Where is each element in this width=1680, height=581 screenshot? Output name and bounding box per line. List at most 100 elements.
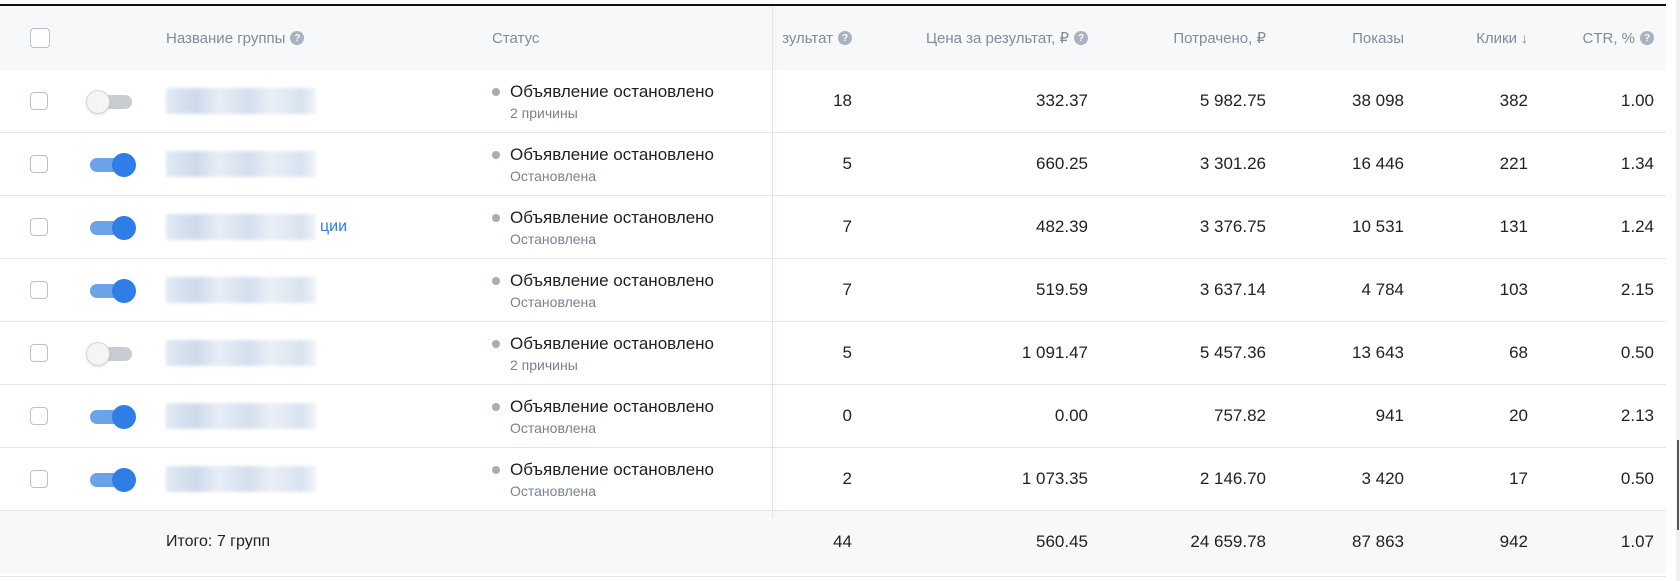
ad-groups-table: Название группы ? Статус зультат ? Цена … xyxy=(0,4,1666,577)
spent-cell: 2 146.70 xyxy=(1199,469,1266,488)
shows-cell: 10 531 xyxy=(1352,217,1404,236)
status-toggle[interactable] xyxy=(86,467,136,492)
spent-cell: 5 457.36 xyxy=(1199,343,1266,362)
row-checkbox[interactable] xyxy=(30,92,48,110)
group-name-suffix[interactable]: ции xyxy=(320,218,347,236)
shows-cell: 3 420 xyxy=(1361,469,1404,488)
row-checkbox[interactable] xyxy=(30,218,48,236)
row-toggle-cell xyxy=(86,70,142,132)
status-subtext: Остановлена xyxy=(510,482,597,499)
table-row[interactable]: Объявление остановлено 2 причины 18 332.37 5… xyxy=(0,70,1666,133)
table-row[interactable]: Объявление остановлено Остановлена 7 519.59… xyxy=(0,259,1666,322)
column-header-status[interactable]: Статус xyxy=(492,6,772,70)
ctr-cell: 0.50 xyxy=(1620,343,1654,362)
group-name-blurred xyxy=(166,151,316,177)
result-cell: 5 xyxy=(842,154,852,173)
column-header-shows[interactable]: Показы xyxy=(1280,6,1404,70)
group-name-blurred xyxy=(166,88,316,114)
total-price: 560.45 xyxy=(1036,532,1088,551)
help-icon[interactable]: ? xyxy=(290,31,305,45)
row-select-cell xyxy=(30,322,54,384)
column-header-ctr[interactable]: CTR, % ? xyxy=(1540,6,1654,70)
row-checkbox[interactable] xyxy=(30,281,48,299)
shows-cell: 941 xyxy=(1375,406,1404,425)
toggle-knob xyxy=(86,342,110,366)
group-name-blurred xyxy=(166,214,316,240)
status-cell: Объявление остановлено Остановлена xyxy=(492,133,772,195)
toggle-knob xyxy=(112,405,136,429)
row-select-cell xyxy=(30,70,54,132)
ctr-cell: 0.50 xyxy=(1620,469,1654,488)
group-name-cell[interactable] xyxy=(166,385,486,447)
spent-cell: 3 376.75 xyxy=(1199,217,1266,236)
status-text: Объявление остановлено xyxy=(510,333,715,353)
scrollbar-thumb[interactable] xyxy=(1677,440,1679,530)
status-cell: Объявление остановлено Остановлена xyxy=(492,196,772,258)
column-header-result[interactable]: зультат ? xyxy=(740,6,852,70)
spent-cell: 757.82 xyxy=(1214,406,1266,425)
group-name-cell[interactable] xyxy=(166,322,486,384)
help-icon[interactable]: ? xyxy=(1640,31,1654,45)
status-dot-icon xyxy=(492,465,500,474)
group-name-blurred xyxy=(166,340,316,366)
status-subtext: 2 причины xyxy=(510,356,578,373)
column-header-name-label: Название группы xyxy=(166,29,286,47)
status-subtext: Остановлена xyxy=(510,419,597,436)
group-name-cell[interactable] xyxy=(166,259,486,321)
column-header-price[interactable]: Цена за результат, ₽ ? xyxy=(860,6,1088,70)
column-header-spent[interactable]: Потрачено, ₽ xyxy=(1100,6,1266,70)
price-cell: 332.37 xyxy=(1036,91,1088,110)
toggle-knob xyxy=(112,216,136,240)
row-checkbox[interactable] xyxy=(30,470,48,488)
status-toggle[interactable] xyxy=(86,215,136,240)
shows-cell: 13 643 xyxy=(1352,343,1404,362)
group-name-cell[interactable] xyxy=(166,70,486,132)
column-header-spent-label: Потрачено, ₽ xyxy=(1173,30,1266,47)
select-all-checkbox[interactable] xyxy=(30,28,50,48)
result-cell: 7 xyxy=(842,280,852,299)
status-subtext: Остановлена xyxy=(510,230,597,247)
status-dot-icon xyxy=(492,276,500,285)
ctr-cell: 1.00 xyxy=(1620,91,1654,110)
table-row[interactable]: Объявление остановлено Остановлена 0 0.00 75… xyxy=(0,385,1666,448)
spent-cell: 5 982.75 xyxy=(1199,91,1266,110)
total-ctr: 1.07 xyxy=(1620,532,1654,551)
column-header-clicks[interactable]: Клики ↓ xyxy=(1420,6,1528,70)
group-name-cell[interactable]: ции xyxy=(166,196,486,258)
column-header-shows-label: Показы xyxy=(1352,29,1404,47)
group-name-cell[interactable] xyxy=(166,448,486,510)
row-toggle-cell xyxy=(86,322,142,384)
help-icon[interactable]: ? xyxy=(1074,31,1088,45)
status-toggle[interactable] xyxy=(86,152,136,177)
row-checkbox[interactable] xyxy=(30,155,48,173)
column-header-name[interactable]: Название группы ? xyxy=(166,6,486,70)
status-text: Объявление остановлено xyxy=(510,270,715,290)
clicks-cell: 20 xyxy=(1509,406,1528,425)
result-cell: 5 xyxy=(842,343,852,362)
status-toggle[interactable] xyxy=(86,341,136,366)
price-cell: 519.59 xyxy=(1036,280,1088,299)
help-icon[interactable]: ? xyxy=(838,31,852,45)
status-toggle[interactable] xyxy=(86,278,136,303)
spent-cell: 3 301.26 xyxy=(1199,154,1266,173)
frozen-column-divider xyxy=(772,6,773,518)
status-text: Объявление остановлено xyxy=(510,144,715,164)
table-row[interactable]: Объявление остановлено Остановлена 2 1 073.… xyxy=(0,448,1666,511)
ctr-cell: 2.13 xyxy=(1620,406,1654,425)
row-checkbox[interactable] xyxy=(30,407,48,425)
spent-cell: 3 637.14 xyxy=(1199,280,1266,299)
group-name-cell[interactable] xyxy=(166,133,486,195)
status-toggle[interactable] xyxy=(86,89,136,114)
row-checkbox[interactable] xyxy=(30,344,48,362)
table-row[interactable]: Объявление остановлено Остановлена 5 660.25… xyxy=(0,133,1666,196)
clicks-cell: 221 xyxy=(1499,154,1528,173)
ctr-cell: 1.34 xyxy=(1620,154,1654,173)
total-clicks: 942 xyxy=(1499,532,1528,551)
clicks-cell: 17 xyxy=(1509,469,1528,488)
toggle-knob xyxy=(112,279,136,303)
table-row[interactable]: ции Объявление остановлено Остановлена 7 482… xyxy=(0,196,1666,259)
status-toggle[interactable] xyxy=(86,404,136,429)
price-cell: 1 091.47 xyxy=(1021,343,1088,362)
status-dot-icon xyxy=(492,402,500,411)
table-row[interactable]: Объявление остановлено 2 причины 5 1 091.47… xyxy=(0,322,1666,385)
